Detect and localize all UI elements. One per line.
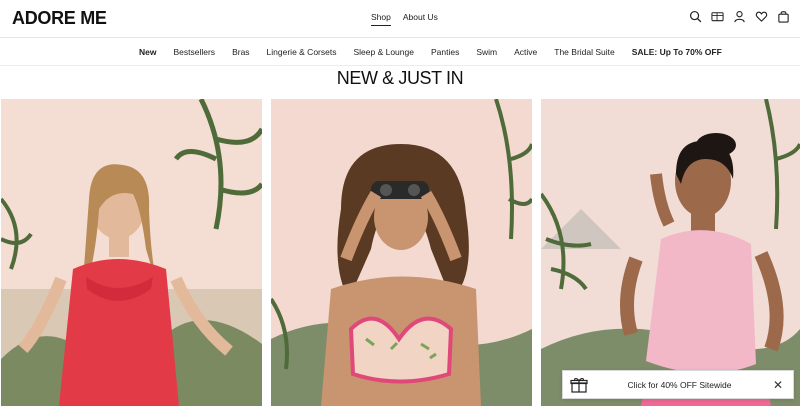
category-lingerie-corsets[interactable]: Lingerie & Corsets bbox=[267, 47, 337, 57]
product-image-red-slip bbox=[1, 99, 262, 406]
top-nav-about-us[interactable]: About Us bbox=[403, 12, 438, 26]
category-swim[interactable]: Swim bbox=[476, 47, 497, 57]
site-header: ADORE ME Shop About Us bbox=[0, 0, 800, 38]
product-image-floral-bra bbox=[271, 99, 532, 406]
wishlist-heart-icon[interactable] bbox=[755, 10, 768, 23]
category-active[interactable]: Active bbox=[514, 47, 537, 57]
section-title: NEW & JUST IN bbox=[336, 68, 464, 88]
category-bridal-suite[interactable]: The Bridal Suite bbox=[554, 47, 614, 57]
promo-banner[interactable]: Click for 40% OFF Sitewide ✕ bbox=[562, 370, 794, 399]
close-icon[interactable]: ✕ bbox=[771, 378, 785, 392]
product-tile-3[interactable] bbox=[541, 99, 800, 406]
category-sleep-lounge[interactable]: Sleep & Lounge bbox=[353, 47, 414, 57]
top-nav: Shop About Us bbox=[371, 12, 438, 26]
header-icons bbox=[689, 10, 790, 23]
product-tile-2[interactable] bbox=[271, 99, 532, 406]
search-icon[interactable] bbox=[689, 10, 702, 23]
gift-icon bbox=[570, 376, 588, 394]
category-panties[interactable]: Panties bbox=[431, 47, 459, 57]
category-sale[interactable]: SALE: Up To 70% OFF bbox=[632, 47, 722, 57]
promo-text[interactable]: Click for 40% OFF Sitewide bbox=[588, 380, 771, 390]
brand-logo[interactable]: ADORE ME bbox=[12, 8, 107, 29]
product-tile-1[interactable] bbox=[1, 99, 262, 406]
top-nav-shop[interactable]: Shop bbox=[371, 12, 391, 26]
category-bras[interactable]: Bras bbox=[232, 47, 249, 57]
shopping-bag-icon[interactable] bbox=[777, 10, 790, 23]
product-image-pink-cami bbox=[541, 99, 800, 406]
category-new[interactable]: New bbox=[139, 47, 156, 57]
category-bestsellers[interactable]: Bestsellers bbox=[173, 47, 215, 57]
account-icon[interactable] bbox=[733, 10, 746, 23]
gift-card-icon[interactable] bbox=[711, 10, 724, 23]
category-nav: New Bestsellers Bras Lingerie & Corsets … bbox=[0, 39, 800, 66]
